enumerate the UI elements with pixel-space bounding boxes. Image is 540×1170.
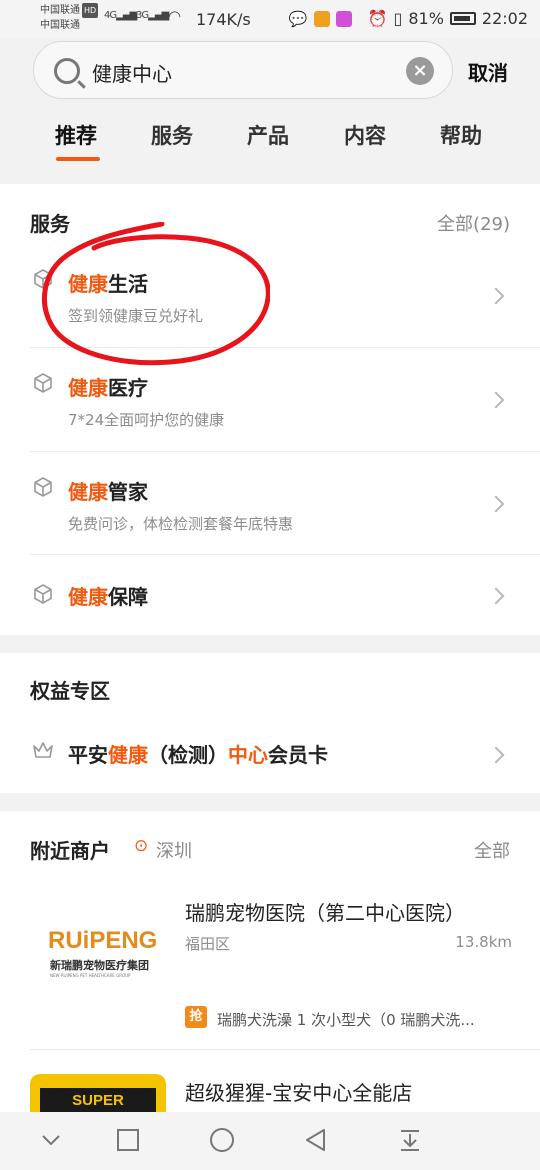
location-pin-icon: ⊙: [134, 836, 149, 856]
service-title: 健康生活: [68, 268, 148, 297]
services-all-link[interactable]: 全部(29): [437, 210, 510, 236]
crown-icon: [33, 742, 53, 758]
carrier-2: 中国联通: [40, 20, 80, 31]
merchant-name: 超级猩猩-宝安中心全能店: [185, 1081, 413, 1105]
status-bar: 中国联通 HD 中国联通 4G▂▄▆ 3G▂▄▆ ◠ 174K/s 💬 ⏰ ▯ 8…: [0, 0, 540, 38]
hd-badge: HD: [82, 3, 99, 18]
title-part: 会员卡: [268, 743, 328, 767]
title-rest: 管家: [108, 480, 148, 504]
chevron-right-icon: [487, 287, 505, 305]
carrier-1: 中国联通: [40, 5, 80, 16]
tab-help[interactable]: 帮助: [440, 120, 482, 150]
nearby-all-link[interactable]: 全部: [474, 837, 510, 863]
tab-active-indicator: [56, 157, 100, 161]
wifi-icon: ◠: [168, 7, 182, 25]
keyword-highlight: 健康: [68, 585, 108, 609]
search-icon: [54, 58, 80, 84]
keyword-highlight: 健康: [68, 272, 108, 296]
merchant-distance: 13.8km: [455, 933, 512, 951]
title-rest: 保障: [108, 585, 148, 609]
merchant-area: 福田区: [185, 935, 231, 953]
app-icon-1: [313, 10, 330, 27]
search-box[interactable]: 健康中心 ×: [33, 41, 453, 99]
battery-percent: 81%: [408, 9, 444, 28]
service-title: 健康保障: [68, 581, 148, 610]
membership-card-item[interactable]: 平安健康（检测）中心会员卡: [30, 723, 510, 783]
cube-icon: [34, 584, 52, 604]
nearby-card: 附近商户 ⊙ 深圳 全部 RUiPENG 新瑞鹏宠物医疗集团 NEW RUIPE…: [0, 811, 540, 1112]
service-subtitle: 免费问诊，体检检测套餐年底特惠: [68, 515, 294, 533]
divider: [30, 1049, 540, 1050]
service-item-medical[interactable]: 健康医疗 7*24全面呵护您的健康: [30, 348, 540, 452]
logo-subtext: 新瑞鹏宠物医疗集团: [50, 959, 149, 972]
network-speed: 174K/s: [196, 10, 251, 29]
keyword-highlight: 健康: [68, 480, 108, 504]
status-right: 💬 ⏰ ▯ 81% 22:02: [289, 9, 528, 28]
app-icon-2: [335, 10, 352, 27]
cube-icon: [34, 373, 52, 393]
chevron-right-icon: [487, 391, 505, 409]
notification-pull-icon[interactable]: [396, 1126, 424, 1154]
keyword-highlight: 健康: [68, 376, 108, 400]
title-part: 平安: [68, 743, 108, 767]
services-card: 服务 全部(29) 健康生活 签到领健康豆兑好礼 健康医疗 7*24全面呵护您的…: [0, 184, 540, 635]
search-input[interactable]: 健康中心: [92, 58, 172, 87]
tab-recommended[interactable]: 推荐: [55, 120, 97, 150]
logo-text: RUiPENG: [48, 927, 158, 954]
title-rest: 医疗: [108, 376, 148, 400]
service-subtitle: 7*24全面呵护您的健康: [68, 411, 225, 429]
recents-icon[interactable]: [114, 1126, 142, 1154]
membership-title: 平安健康（检测）中心会员卡: [68, 739, 328, 768]
benefits-title: 权益专区: [30, 679, 110, 703]
chevron-right-icon: [487, 587, 505, 605]
nearby-title: 附近商户: [30, 839, 110, 863]
signal-label-2: 3G: [136, 10, 149, 21]
chevron-down-icon[interactable]: [37, 1126, 65, 1154]
chevron-right-icon: [487, 495, 505, 513]
merchant-name: 瑞鹏宠物医院（第二中心医院）: [185, 901, 465, 925]
message-icon: 💬: [288, 9, 308, 28]
logo-text: SUPER MONKEY: [40, 1088, 156, 1112]
title-rest: 生活: [108, 272, 148, 296]
signal-label-1: 4G: [104, 10, 117, 21]
clock: 22:02: [481, 9, 528, 28]
service-subtitle: 签到领健康豆兑好礼: [68, 307, 204, 325]
battery-icon: [449, 12, 476, 25]
service-item-manager[interactable]: 健康管家 免费问诊，体检检测套餐年底特惠: [30, 452, 540, 555]
merchant-logo: SUPER MONKEY: [30, 1074, 166, 1112]
service-title: 健康管家: [68, 476, 148, 505]
keyword-highlight: 中心: [228, 743, 268, 767]
chevron-right-icon: [487, 746, 505, 764]
service-item-insurance[interactable]: 健康保障: [30, 555, 510, 635]
deal-text[interactable]: 瑞鹏犬洗澡 1 次小型犬（0 瑞鹏犬洗...: [217, 1009, 475, 1030]
logo-tinytext: NEW RUIPENG PET HEALTHCARE GROUP: [50, 973, 131, 978]
city-label[interactable]: 深圳: [156, 837, 192, 863]
tab-bar: 推荐 服务 产品 内容 帮助: [0, 116, 540, 176]
alarm-icon: ⏰: [367, 9, 388, 28]
system-nav-bar: [0, 1112, 540, 1170]
carrier-info: 中国联通 HD 中国联通: [40, 3, 99, 33]
vibrate-icon: ▯: [393, 9, 403, 28]
home-icon[interactable]: [208, 1126, 236, 1154]
cube-icon: [34, 269, 52, 289]
title-part: （检测）: [148, 743, 228, 767]
tab-products[interactable]: 产品: [247, 120, 289, 150]
service-item-life[interactable]: 健康生活 签到领健康豆兑好礼: [30, 244, 540, 348]
service-title: 健康医疗: [68, 372, 148, 401]
benefits-card: 权益专区 平安健康（检测）中心会员卡: [0, 653, 540, 793]
signal-icon-2: 3G▂▄▆: [136, 10, 169, 21]
back-icon[interactable]: [302, 1126, 330, 1154]
clear-icon[interactable]: ×: [406, 57, 434, 85]
merchant-logo: RUiPENG 新瑞鹏宠物医疗集团 NEW RUIPENG PET HEALTH…: [30, 883, 166, 1019]
cube-icon: [34, 477, 52, 497]
tab-services[interactable]: 服务: [151, 120, 193, 150]
signal-icon-1: 4G▂▄▆: [104, 10, 137, 21]
services-title: 服务: [30, 212, 70, 236]
keyword-highlight: 健康: [108, 743, 148, 767]
cancel-button[interactable]: 取消: [468, 57, 508, 86]
deal-badge: 抢: [185, 1006, 207, 1028]
tab-content[interactable]: 内容: [344, 120, 386, 150]
